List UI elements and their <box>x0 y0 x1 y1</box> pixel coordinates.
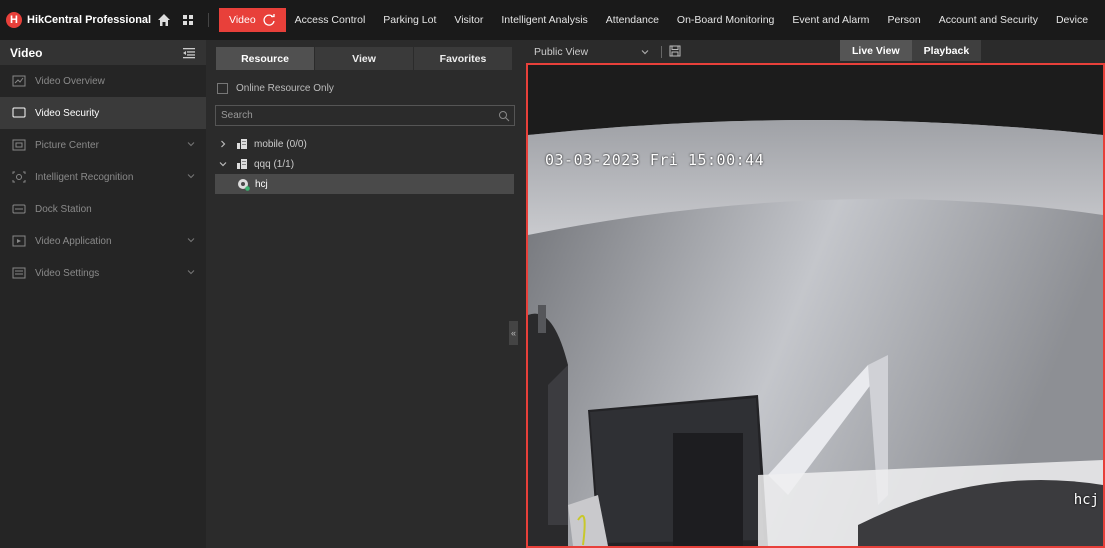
sidebar-header: Video <box>0 40 206 65</box>
online-resource-only-label: Online Resource Only <box>236 83 334 94</box>
tab-view[interactable]: View <box>315 47 414 70</box>
nav-more-button[interactable]: ··· <box>1097 8 1105 32</box>
camera-feed <box>528 65 1103 546</box>
settings-icon <box>12 267 26 279</box>
refresh-icon[interactable] <box>262 13 276 27</box>
resource-tabs: Resource View Favorites <box>216 47 513 70</box>
tree-item-label: mobile (0/0) <box>254 138 307 150</box>
topbar-divider <box>208 13 209 27</box>
nav-access-control[interactable]: Access Control <box>286 8 375 32</box>
tree-item-qqq[interactable]: qqq (1/1) <box>215 154 514 174</box>
save-icon[interactable] <box>669 45 681 57</box>
brand-name: HikCentral Professional <box>27 14 152 26</box>
live-view-button[interactable]: Live View <box>840 40 912 61</box>
picture-icon <box>12 139 26 151</box>
sidebar-item-label: Video Security <box>35 107 100 119</box>
tab-resource[interactable]: Resource <box>216 47 315 70</box>
toolbar-divider <box>661 46 662 58</box>
nav-video-label: Video <box>229 14 256 26</box>
nav-device[interactable]: Device <box>1047 8 1097 32</box>
monitor-icon <box>12 107 26 118</box>
playback-button[interactable]: Playback <box>911 40 982 61</box>
chevron-down-icon[interactable] <box>218 159 228 169</box>
osd-timestamp: 03-03-2023 Fri 15:00:44 <box>545 151 765 169</box>
nav-intelligent-analysis[interactable]: Intelligent Analysis <box>492 8 596 32</box>
building-icon <box>237 159 247 169</box>
sidebar-item-label: Video Application <box>35 235 112 247</box>
application-icon <box>12 235 26 247</box>
search-icon[interactable] <box>498 110 510 122</box>
recognition-icon <box>12 171 26 183</box>
sidebar-item-intelligent-recognition[interactable]: Intelligent Recognition <box>0 161 206 193</box>
main-view: Public View Live View Playback 03-03-202… <box>522 40 1105 548</box>
sidebar: Video Video Overview Video Security Pict… <box>0 40 206 548</box>
nav-parking-lot[interactable]: Parking Lot <box>374 8 445 32</box>
chevron-right-icon[interactable] <box>218 139 228 149</box>
resource-panel: Resource View Favorites Online Resource … <box>206 40 522 548</box>
nav-event-and-alarm[interactable]: Event and Alarm <box>783 8 878 32</box>
building-icon <box>237 139 247 149</box>
dock-icon <box>12 204 26 214</box>
collapse-panel-button[interactable]: « <box>509 321 518 345</box>
osd-camera-name: hcj <box>1073 492 1099 508</box>
view-selector[interactable]: Public View <box>534 46 588 58</box>
chevron-down-icon[interactable] <box>186 139 196 149</box>
online-resource-only-checkbox[interactable]: Online Resource Only <box>217 83 334 94</box>
top-bar: H HikCentral Professional Video Access C… <box>0 0 1105 40</box>
sidebar-item-video-overview[interactable]: Video Overview <box>0 65 206 97</box>
sidebar-item-dock-station[interactable]: Dock Station <box>0 193 206 225</box>
nav-video[interactable]: Video <box>219 8 286 32</box>
sidebar-item-label: Intelligent Recognition <box>35 171 134 183</box>
overview-icon <box>12 75 26 87</box>
nav-attendance[interactable]: Attendance <box>597 8 668 32</box>
chevron-down-icon[interactable] <box>186 235 196 245</box>
sidebar-item-video-application[interactable]: Video Application <box>0 225 206 257</box>
tree-item-hcj[interactable]: hcj <box>215 174 514 194</box>
search-box <box>215 105 515 126</box>
collapse-menu-icon[interactable] <box>182 47 196 59</box>
sidebar-item-picture-center[interactable]: Picture Center <box>0 129 206 161</box>
nav-person[interactable]: Person <box>878 8 929 32</box>
home-icon[interactable] <box>156 12 172 28</box>
brand[interactable]: H HikCentral Professional <box>6 12 151 28</box>
main-nav: Video Access Control Parking Lot Visitor… <box>219 8 1105 32</box>
view-toolbar: Public View Live View Playback <box>522 40 1105 64</box>
tab-favorites[interactable]: Favorites <box>414 47 513 70</box>
nav-visitor[interactable]: Visitor <box>445 8 492 32</box>
checkbox-box[interactable] <box>217 83 228 94</box>
chevron-down-icon[interactable] <box>186 267 196 277</box>
tree-item-label: qqq (1/1) <box>254 158 295 170</box>
nav-on-board-monitoring[interactable]: On-Board Monitoring <box>668 8 783 32</box>
brand-logo: H <box>6 12 22 28</box>
chevron-down-icon[interactable] <box>639 46 651 58</box>
tree-item-mobile[interactable]: mobile (0/0) <box>215 134 514 154</box>
grid-icon[interactable] <box>180 12 196 28</box>
nav-account-and-security[interactable]: Account and Security <box>930 8 1047 32</box>
sidebar-item-video-settings[interactable]: Video Settings <box>0 257 206 289</box>
sidebar-title: Video <box>10 45 43 60</box>
mode-toggle: Live View Playback <box>840 40 982 61</box>
sidebar-item-label: Video Settings <box>35 267 100 279</box>
camera-online-icon <box>238 178 250 191</box>
sidebar-item-label: Dock Station <box>35 203 92 215</box>
sidebar-item-video-security[interactable]: Video Security <box>0 97 206 129</box>
chevron-down-icon[interactable] <box>186 171 196 181</box>
search-input[interactable] <box>216 109 498 122</box>
tree-item-label: hcj <box>255 178 268 190</box>
sidebar-item-label: Video Overview <box>35 75 105 87</box>
video-window[interactable]: 03-03-2023 Fri 15:00:44 hcj <box>526 63 1105 548</box>
sidebar-item-label: Picture Center <box>35 139 99 151</box>
